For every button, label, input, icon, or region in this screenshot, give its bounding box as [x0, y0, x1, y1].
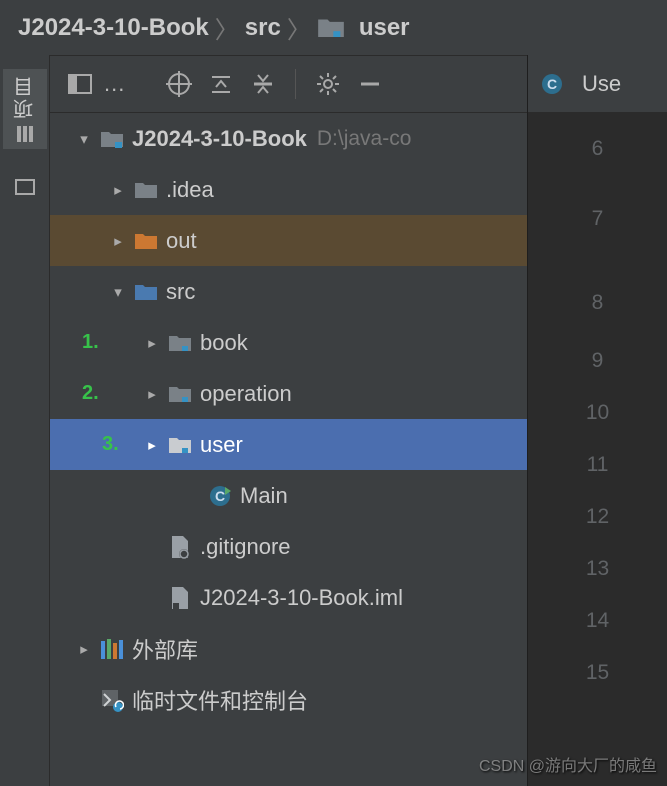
- line-number: 11: [528, 439, 667, 491]
- project-tree[interactable]: ▾ J2024-3-10-Book D:\java-co ▸ .idea ▸ o…: [50, 113, 527, 786]
- tree-label: .gitignore: [200, 534, 291, 560]
- tree-row-iml[interactable]: J2024-3-10-Book.iml: [50, 572, 527, 623]
- chevron-down-icon[interactable]: ▾: [104, 283, 132, 301]
- source-folder-icon: [132, 282, 160, 302]
- line-number: 15: [528, 647, 667, 699]
- target-icon[interactable]: [161, 66, 197, 102]
- breadcrumb-root-label: J2024-3-10-Book: [18, 14, 209, 42]
- tree-row-main[interactable]: C Main: [50, 470, 527, 521]
- project-tab-icon: [16, 125, 34, 143]
- tree-label: 外部库: [132, 633, 198, 665]
- tree-row-idea[interactable]: ▸ .idea: [50, 164, 527, 215]
- chevron-right-icon[interactable]: ▸: [70, 640, 98, 658]
- tree-label: .idea: [166, 177, 214, 203]
- breadcrumb-root[interactable]: J2024-3-10-Book: [18, 14, 209, 42]
- project-toolbar: ...: [50, 55, 527, 113]
- line-number: 6: [528, 123, 667, 193]
- svg-text:C: C: [215, 488, 225, 504]
- package-folder-icon: [166, 435, 194, 455]
- toolbar-separator: [295, 69, 296, 99]
- breadcrumb-src[interactable]: src: [245, 14, 281, 42]
- select-opened-file-button[interactable]: [62, 66, 98, 102]
- line-number: 14: [528, 595, 667, 647]
- tree-label: user: [200, 432, 243, 458]
- tree-label: Main: [240, 483, 288, 509]
- line-number: 8: [528, 277, 667, 335]
- breadcrumb-user-label: user: [359, 14, 410, 42]
- chevron-right-icon[interactable]: ▸: [138, 436, 166, 454]
- tree-row-external-libs[interactable]: ▸ 外部库: [50, 623, 527, 674]
- breadcrumb: J2024-3-10-Book 〉 src 〉 user: [0, 0, 667, 55]
- tree-row-book[interactable]: 1. ▸ book: [50, 317, 527, 368]
- tree-root-path: D:\java-co: [317, 127, 412, 151]
- tree-label: operation: [200, 381, 292, 407]
- editor-gutter: C Use 6 7 8 9 10 11 12 13 14 15: [527, 55, 667, 786]
- tree-row-operation[interactable]: 2. ▸ operation: [50, 368, 527, 419]
- tree-row-src[interactable]: ▾ src: [50, 266, 527, 317]
- expand-all-icon[interactable]: [203, 66, 239, 102]
- line-number: 9: [528, 335, 667, 387]
- package-folder-icon: [166, 333, 194, 353]
- strip-extra-icon[interactable]: [7, 169, 43, 205]
- annotation-2: 2.: [82, 382, 99, 405]
- folder-icon: [317, 16, 345, 39]
- line-numbers: 6 7 8 9 10 11 12 13 14 15: [528, 115, 667, 707]
- tree-row-scratches[interactable]: 临时文件和控制台: [50, 674, 527, 725]
- toolbar-more-label[interactable]: ...: [104, 71, 125, 97]
- library-icon: [98, 638, 126, 660]
- editor-tab[interactable]: C Use: [528, 55, 667, 113]
- collapse-all-icon[interactable]: [245, 66, 281, 102]
- line-number: 7: [528, 193, 667, 277]
- annotation-1: 1.: [82, 331, 99, 354]
- editor-tab-label: Use: [582, 71, 621, 97]
- module-folder-icon: [98, 129, 126, 149]
- left-tool-strip: 项目: [0, 55, 50, 786]
- chevron-down-icon[interactable]: ▾: [70, 130, 98, 148]
- svg-text:C: C: [547, 76, 557, 92]
- class-file-icon: C: [538, 73, 566, 95]
- breadcrumb-src-label: src: [245, 14, 281, 42]
- breadcrumb-separator: 〉: [287, 10, 311, 45]
- tree-row-out[interactable]: ▸ out: [50, 215, 527, 266]
- tree-root-row[interactable]: ▾ J2024-3-10-Book D:\java-co: [50, 113, 527, 164]
- breadcrumb-user[interactable]: user: [317, 14, 410, 42]
- tree-row-user[interactable]: 3. ▸ user: [50, 419, 527, 470]
- line-number: 12: [528, 491, 667, 543]
- breadcrumb-separator: 〉: [215, 10, 239, 45]
- chevron-right-icon[interactable]: ▸: [104, 181, 132, 199]
- line-number: 10: [528, 387, 667, 439]
- annotation-3: 3.: [102, 433, 119, 456]
- tree-root-name: J2024-3-10-Book: [132, 126, 307, 152]
- folder-icon: [132, 180, 160, 200]
- tree-row-gitignore[interactable]: .gitignore: [50, 521, 527, 572]
- iml-file-icon: [166, 586, 194, 610]
- tree-label: J2024-3-10-Book.iml: [200, 585, 403, 611]
- tree-label: book: [200, 330, 248, 356]
- project-tab-vertical[interactable]: 项目: [3, 69, 47, 149]
- excluded-folder-icon: [132, 231, 160, 251]
- runnable-class-icon: C: [206, 485, 234, 507]
- chevron-right-icon[interactable]: ▸: [104, 232, 132, 250]
- chevron-right-icon[interactable]: ▸: [138, 334, 166, 352]
- scratches-icon: [98, 688, 126, 712]
- tree-label: out: [166, 228, 197, 254]
- line-number: 13: [528, 543, 667, 595]
- tree-label: src: [166, 279, 195, 305]
- tree-label: 临时文件和控制台: [132, 684, 308, 716]
- gitignore-file-icon: [166, 535, 194, 559]
- watermark: CSDN @游向大厂的咸鱼: [479, 752, 657, 776]
- chevron-right-icon[interactable]: ▸: [138, 385, 166, 403]
- hide-button[interactable]: [352, 66, 388, 102]
- gear-icon[interactable]: [310, 66, 346, 102]
- project-tab-label: 项目: [10, 75, 39, 119]
- package-folder-icon: [166, 384, 194, 404]
